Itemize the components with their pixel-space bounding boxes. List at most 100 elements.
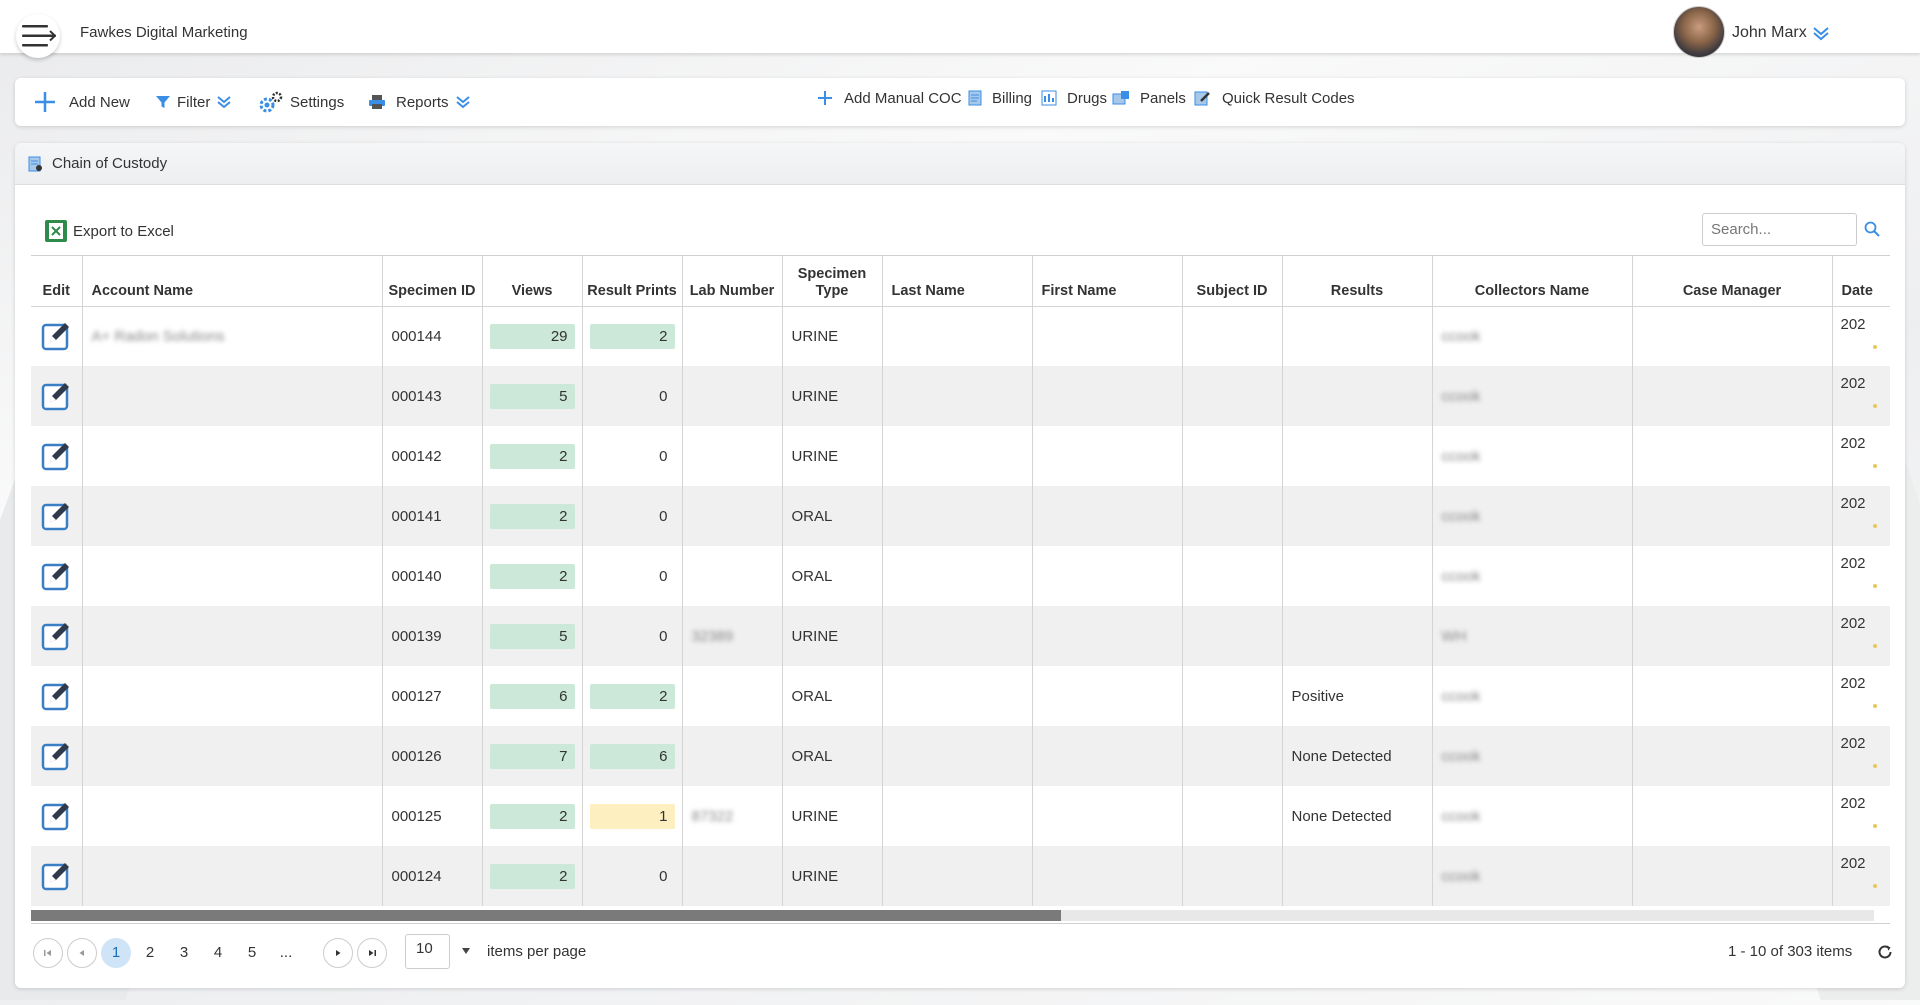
table-row[interactable]: 000126 7 6 ORAL None Detected ccook 202 bbox=[31, 726, 1890, 786]
page-4-button[interactable]: 4 bbox=[203, 938, 233, 968]
date-value: 202 bbox=[1840, 435, 1866, 452]
column-header-views[interactable]: Views bbox=[482, 256, 583, 307]
edit-cell[interactable] bbox=[31, 846, 83, 906]
collectors-name-cell: WH bbox=[1432, 606, 1633, 666]
scrollbar-thumb[interactable] bbox=[31, 910, 1061, 921]
edit-icon[interactable] bbox=[41, 501, 71, 531]
column-header-results[interactable]: Results bbox=[1282, 256, 1433, 307]
views-badge: 2 bbox=[489, 563, 575, 589]
result-prints-cell: 0 bbox=[582, 366, 683, 426]
user-name[interactable]: John Marx bbox=[1732, 24, 1807, 42]
edit-cell[interactable] bbox=[31, 486, 83, 546]
edit-icon[interactable] bbox=[41, 741, 71, 771]
specimen-type-cell: URINE bbox=[782, 786, 883, 846]
column-header-edit[interactable]: Edit bbox=[31, 256, 83, 307]
column-header-subject-id[interactable]: Subject ID bbox=[1182, 256, 1283, 307]
first-name-cell bbox=[1032, 426, 1183, 486]
column-header-specimen-id[interactable]: Specimen ID bbox=[382, 256, 483, 307]
chevron-down-icon[interactable] bbox=[1812, 26, 1830, 42]
views-cell: 2 bbox=[482, 786, 583, 846]
first-page-icon bbox=[44, 950, 51, 956]
next-page-button[interactable] bbox=[323, 938, 353, 968]
edit-icon[interactable] bbox=[41, 861, 71, 891]
edit-cell[interactable] bbox=[31, 306, 83, 366]
views-cell: 7 bbox=[482, 726, 583, 786]
prev-page-button[interactable] bbox=[67, 938, 97, 968]
views-badge: 29 bbox=[489, 323, 575, 349]
page-1-button[interactable]: 1 bbox=[101, 938, 131, 968]
edit-icon[interactable] bbox=[41, 801, 71, 831]
table-row[interactable]: 000143 5 0 URINE ccook 202 bbox=[31, 366, 1890, 426]
column-header-account-name[interactable]: Account Name bbox=[82, 256, 383, 307]
page-5-button[interactable]: 5 bbox=[237, 938, 267, 968]
table-row[interactable]: 000124 2 0 URINE ccook 202 bbox=[31, 846, 1890, 906]
collector-name: ccook bbox=[1441, 747, 1481, 765]
add-manual-coc-button[interactable]: Add Manual COC bbox=[816, 74, 962, 122]
edit-icon[interactable] bbox=[41, 681, 71, 711]
specimen-type-cell: URINE bbox=[782, 846, 883, 906]
views-badge: 5 bbox=[489, 383, 575, 409]
table-row[interactable]: 000142 2 0 URINE ccook 202 bbox=[31, 426, 1890, 486]
panels-button[interactable]: Panels bbox=[1112, 74, 1186, 122]
result-prints-cell: 1 bbox=[582, 786, 683, 846]
edit-cell[interactable] bbox=[31, 366, 83, 426]
edit-cell[interactable] bbox=[31, 606, 83, 666]
more-pages-button[interactable]: ... bbox=[271, 938, 301, 968]
edit-cell[interactable] bbox=[31, 426, 83, 486]
edit-cell[interactable] bbox=[31, 666, 83, 726]
edit-icon[interactable] bbox=[41, 621, 71, 651]
items-per-page-select[interactable]: 10 bbox=[405, 934, 450, 969]
table-row[interactable]: 000141 2 0 ORAL ccook 202 bbox=[31, 486, 1890, 546]
column-header-last-name[interactable]: Last Name bbox=[882, 256, 1033, 307]
first-name-cell bbox=[1032, 786, 1183, 846]
printer-icon bbox=[369, 95, 385, 109]
edit-doc-icon bbox=[1194, 91, 1210, 106]
page-2-button[interactable]: 2 bbox=[135, 938, 165, 968]
column-header-result-prints[interactable]: Result Prints bbox=[582, 256, 683, 307]
page-3-button[interactable]: 3 bbox=[169, 938, 199, 968]
horizontal-scrollbar[interactable] bbox=[31, 910, 1874, 921]
first-page-button[interactable] bbox=[33, 938, 63, 968]
table-row[interactable]: 000127 6 2 ORAL Positive ccook 202 bbox=[31, 666, 1890, 726]
account-name: A+ Radon Solutions bbox=[91, 327, 225, 345]
last-page-button[interactable] bbox=[357, 938, 387, 968]
table-row[interactable]: 000125 2 1 87322 URINE None Detected ccook 202 bbox=[31, 786, 1890, 846]
column-header-first-name[interactable]: First Name bbox=[1032, 256, 1183, 307]
export-excel-button[interactable]: Export to Excel bbox=[44, 219, 174, 243]
edit-cell[interactable] bbox=[31, 726, 83, 786]
edit-icon[interactable] bbox=[41, 321, 71, 351]
refresh-icon[interactable] bbox=[1876, 943, 1894, 961]
table-row[interactable]: 000140 2 0 ORAL ccook 202 bbox=[31, 546, 1890, 606]
column-header-lab-number[interactable]: Lab Number bbox=[682, 256, 783, 307]
collectors-name-cell: ccook bbox=[1432, 726, 1633, 786]
billing-button[interactable]: Billing bbox=[968, 74, 1032, 122]
result-prints-value: 0 bbox=[659, 507, 668, 525]
settings-button[interactable]: Settings bbox=[258, 78, 344, 126]
reports-button[interactable]: Reports bbox=[368, 78, 471, 126]
menu-button[interactable] bbox=[16, 14, 60, 58]
document-icon bbox=[28, 156, 42, 171]
edit-icon[interactable] bbox=[41, 561, 71, 591]
dropdown-arrow-icon[interactable] bbox=[461, 947, 471, 955]
edit-icon[interactable] bbox=[41, 441, 71, 471]
column-header-case-manager[interactable]: Case Manager bbox=[1632, 256, 1833, 307]
column-header-specimen-type[interactable]: Specimen Type bbox=[782, 256, 883, 307]
date-cell: 202 bbox=[1832, 786, 1890, 846]
filter-button[interactable]: Filter bbox=[155, 78, 232, 126]
views-badge: 2 bbox=[489, 443, 575, 469]
first-name-cell bbox=[1032, 606, 1183, 666]
column-header-collectors-name[interactable]: Collectors Name bbox=[1432, 256, 1633, 307]
edit-icon[interactable] bbox=[41, 381, 71, 411]
drugs-button[interactable]: Drugs bbox=[1041, 74, 1107, 122]
document-icon bbox=[968, 90, 982, 106]
search-icon[interactable] bbox=[1864, 221, 1880, 237]
edit-cell[interactable] bbox=[31, 786, 83, 846]
table-row[interactable]: 000139 5 0 32389 URINE WH 202 bbox=[31, 606, 1890, 666]
edit-cell[interactable] bbox=[31, 546, 83, 606]
user-avatar[interactable] bbox=[1673, 6, 1725, 58]
search-input[interactable] bbox=[1702, 213, 1857, 246]
table-row[interactable]: A+ Radon Solutions 000144 29 2 URINE ccook 202 bbox=[31, 306, 1890, 366]
column-header-date[interactable]: Date bbox=[1832, 256, 1890, 307]
add-new-button[interactable]: Add New bbox=[33, 78, 130, 126]
quick-result-codes-button[interactable]: Quick Result Codes bbox=[1194, 74, 1355, 122]
